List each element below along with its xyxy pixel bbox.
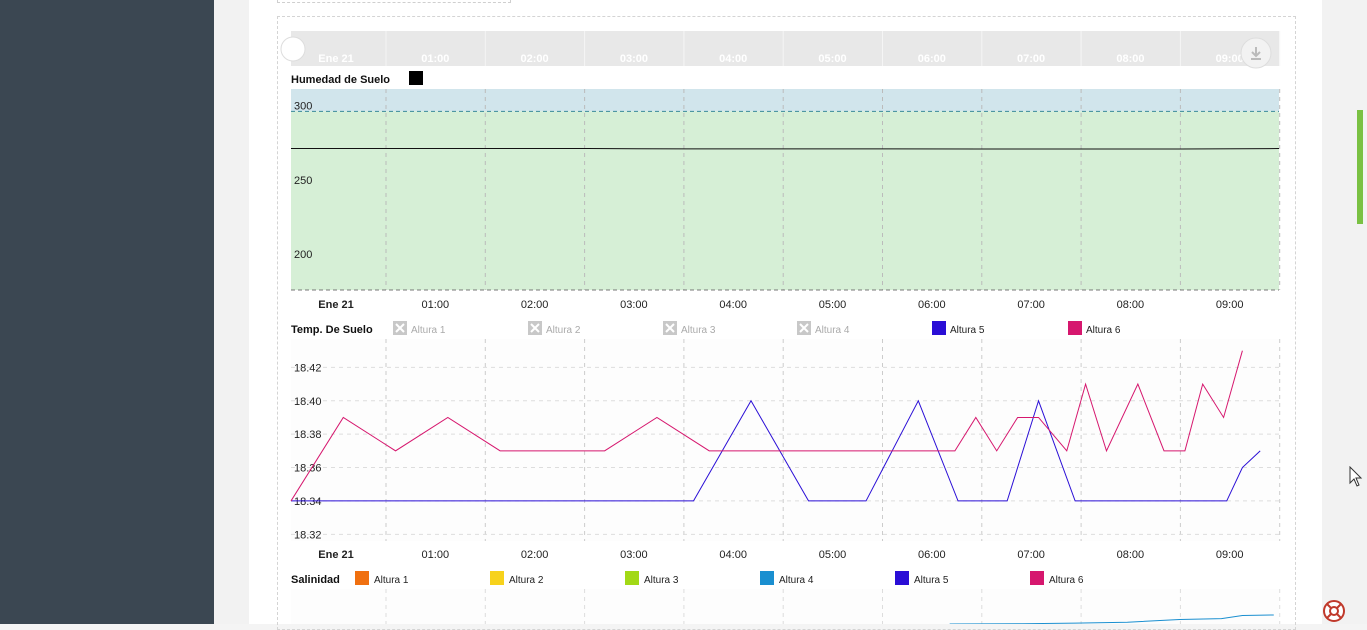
- legend-label: Altura 1: [411, 325, 446, 336]
- x-tick-label: 08:00: [1117, 549, 1145, 561]
- x-tick-label: 06:00: [918, 299, 946, 311]
- legend-label: Altura 5: [914, 575, 949, 586]
- legend-swatch: [490, 571, 504, 585]
- salinidad-chart: Salinidad Altura 1 Altura 2 Altura 3 Altura …: [291, 571, 1280, 624]
- y-tick-label: 18.32: [294, 529, 322, 541]
- legend-item-altura-3[interactable]: Altura 3: [663, 321, 716, 336]
- x-tick-label: 03:00: [620, 299, 648, 311]
- navigator-tick-label: 09:00: [1216, 53, 1244, 65]
- y-tick-label: 18.34: [294, 496, 322, 508]
- legend-swatch: [1030, 571, 1044, 585]
- threshold-band-1: [291, 111, 1279, 290]
- x-tick-label: 07:00: [1017, 299, 1045, 311]
- navigator-tick-label: 04:00: [719, 53, 747, 65]
- legend-label: Altura 1: [374, 575, 409, 586]
- legend-item-altura-6[interactable]: Altura 6: [1068, 321, 1121, 336]
- legend-item-altura-2[interactable]: Altura 2: [490, 571, 544, 586]
- legend-label: Altura 3: [644, 575, 679, 586]
- legend-label: Altura 2: [509, 575, 544, 586]
- y-tick-label: 18.38: [294, 429, 322, 441]
- navigator-strip[interactable]: Ene 21 01:00 02:00 03:00 04:00 05:00 06:00 07:0…: [281, 31, 1280, 68]
- y-tick-label: 250: [294, 175, 312, 187]
- x-tick-label: 04:00: [719, 549, 747, 561]
- navigator-tick-label: 06:00: [918, 53, 946, 65]
- x-tick-label: Ene 21: [318, 299, 353, 311]
- chart-title: Temp. De Suelo: [291, 324, 373, 336]
- page-scrollbar[interactable]: [1357, 110, 1363, 224]
- x-tick-label: 02:00: [521, 549, 549, 561]
- legend-item-altura-2[interactable]: Altura 2: [528, 321, 581, 336]
- navigator-tick-label: 08:00: [1116, 53, 1144, 65]
- charts-svg: Ene 21 01:00 02:00 03:00 04:00 05:00 06:00 07:0…: [0, 0, 1367, 624]
- navigator-tick-label: 07:00: [1017, 53, 1045, 65]
- legend-item-altura-5[interactable]: Altura 5: [932, 321, 985, 336]
- legend-item-altura-3[interactable]: Altura 3: [625, 571, 679, 586]
- legend-label: Altura 6: [1049, 575, 1084, 586]
- threshold-band-0: [291, 89, 1279, 111]
- legend-item-altura-1[interactable]: Altura 1: [355, 571, 409, 586]
- x-tick-label: 05:00: [819, 299, 847, 311]
- temperatura-chart: Temp. De Suelo Altura 1 Altura 2 Altura 3 Al…: [291, 321, 1280, 561]
- x-tick-label: 01:00: [422, 549, 450, 561]
- y-tick-label: 18.36: [294, 463, 322, 475]
- chart-title: Humedad de Suelo: [291, 74, 390, 86]
- legend-item-altura-1[interactable]: Altura 1: [393, 321, 446, 336]
- legend-swatch: [355, 571, 369, 585]
- legend-swatch: [932, 321, 946, 335]
- legend-swatch: [625, 571, 639, 585]
- x-tick-label: 03:00: [620, 549, 648, 561]
- y-tick-label: 200: [294, 249, 312, 261]
- mouse-cursor-icon: [1349, 466, 1363, 488]
- legend-label: Altura 4: [779, 575, 814, 586]
- legend-label: Altura 2: [546, 325, 581, 336]
- chart-title: Salinidad: [291, 574, 340, 586]
- x-tick-label: 06:00: [918, 549, 946, 561]
- legend-item-altura-4[interactable]: Altura 4: [760, 571, 814, 586]
- x-tick-label: 09:00: [1216, 299, 1244, 311]
- x-tick-label: Ene 21: [318, 549, 353, 561]
- legend-label: Altura 5: [950, 325, 985, 336]
- x-tick-label: 04:00: [719, 299, 747, 311]
- navigator-tick-label: 03:00: [620, 53, 648, 65]
- x-tick-label: 05:00: [819, 549, 847, 561]
- help-lifebuoy-icon[interactable]: [1322, 599, 1346, 623]
- legend-label: Altura 6: [1086, 325, 1121, 336]
- plot-background: [291, 589, 1279, 624]
- humedad-chart: Humedad de Suelo 300 250 200 Ene 21 01:00 02:0…: [291, 71, 1280, 311]
- x-tick-label: 01:00: [422, 299, 450, 311]
- legend-label: Altura 4: [815, 325, 850, 336]
- navigator-tick-label: 02:00: [521, 53, 549, 65]
- legend-swatch: [760, 571, 774, 585]
- legend-item-altura-5[interactable]: Altura 5: [895, 571, 949, 586]
- legend-swatch: [895, 571, 909, 585]
- plot-background: [291, 339, 1279, 541]
- legend-swatch: [409, 71, 423, 85]
- navigator-tick-label: 05:00: [818, 53, 846, 65]
- y-tick-label: 18.40: [294, 396, 322, 408]
- x-tick-label: 08:00: [1117, 299, 1145, 311]
- y-tick-label: 18.42: [294, 362, 322, 374]
- y-tick-label: 300: [294, 100, 312, 112]
- x-tick-label: 07:00: [1017, 549, 1045, 561]
- navigator-tick-label: 01:00: [421, 53, 449, 65]
- navigator-left-handle[interactable]: [281, 37, 305, 61]
- x-tick-label: 02:00: [521, 299, 549, 311]
- legend-item-altura-6[interactable]: Altura 6: [1030, 571, 1084, 586]
- x-tick-label: 09:00: [1216, 549, 1244, 561]
- legend-label: Altura 3: [681, 325, 716, 336]
- navigator-tick-label: Ene 21: [318, 53, 353, 65]
- legend-item-altura-4[interactable]: Altura 4: [797, 321, 850, 336]
- legend-swatch: [1068, 321, 1082, 335]
